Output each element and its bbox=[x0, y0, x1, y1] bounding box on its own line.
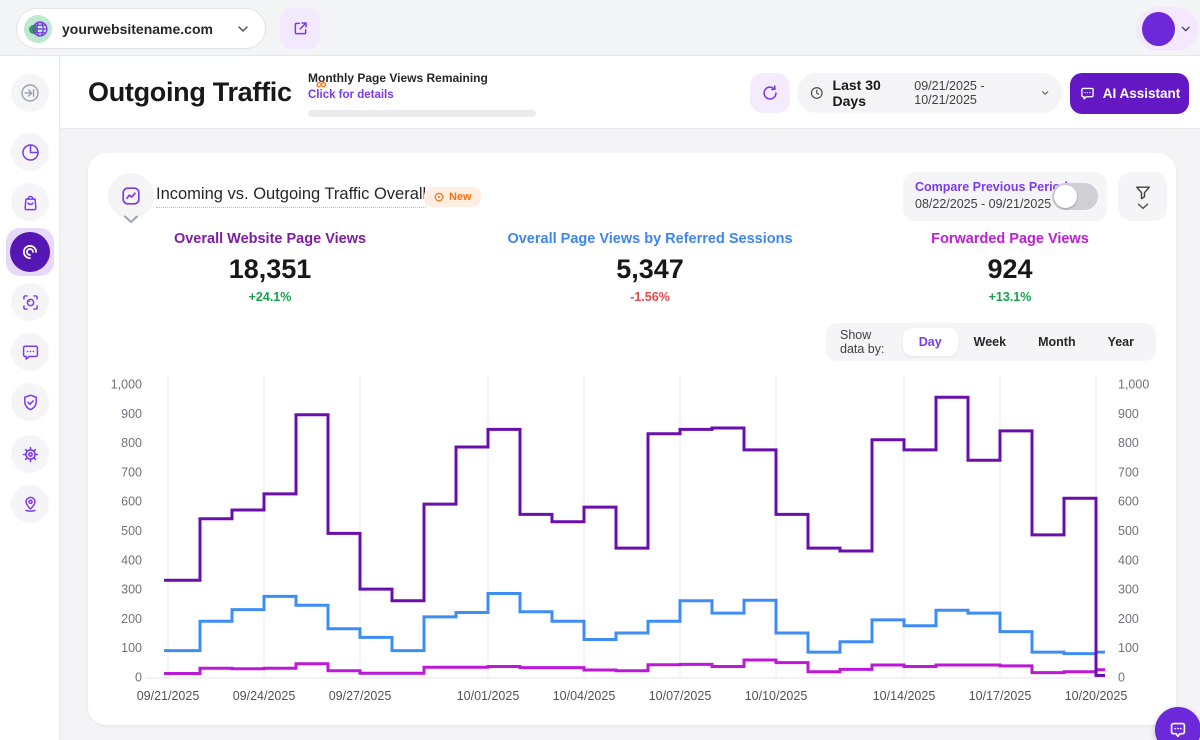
traffic-spiral-icon bbox=[10, 232, 50, 272]
metric-label: Forwarded Page Views bbox=[931, 231, 1089, 247]
shield-check-icon bbox=[23, 393, 37, 410]
open-website-button[interactable] bbox=[280, 8, 320, 49]
usage-progress-bar bbox=[308, 110, 536, 117]
clock-icon bbox=[810, 87, 823, 99]
new-badge: New bbox=[424, 187, 481, 207]
sidebar-item-messages[interactable] bbox=[11, 333, 49, 371]
chat-widget-button[interactable] bbox=[1155, 707, 1200, 740]
filter-button[interactable] bbox=[1118, 172, 1167, 221]
card-title: Incoming vs. Outgoing Traffic Overall bbox=[156, 185, 427, 208]
metric-referred-sessions: Overall Page Views by Referred Sessions … bbox=[470, 231, 830, 304]
usage-label: Monthly Page Views Remaining bbox=[308, 71, 488, 85]
funnel-icon bbox=[1135, 186, 1150, 200]
sidebar-item-store[interactable] bbox=[11, 183, 49, 221]
chevron-down-icon bbox=[238, 25, 248, 32]
sidebar-collapse-button[interactable] bbox=[11, 74, 49, 112]
account-menu[interactable] bbox=[1136, 7, 1198, 51]
tab-week[interactable]: Week bbox=[958, 328, 1022, 356]
page-title: Outgoing Traffic bbox=[88, 77, 292, 107]
chevron-down-icon bbox=[1137, 203, 1148, 210]
chat-bubble-icon bbox=[1170, 722, 1186, 738]
metric-delta: -1.56% bbox=[630, 290, 670, 304]
chevron-down-icon bbox=[1041, 91, 1048, 95]
ai-chat-icon bbox=[1080, 87, 1094, 100]
sidebar-item-traffic-active[interactable] bbox=[6, 228, 54, 276]
line-chart-icon bbox=[122, 187, 140, 205]
sidebar-item-analytics[interactable] bbox=[11, 133, 49, 171]
pie-chart-icon bbox=[21, 143, 39, 161]
compare-toggle[interactable] bbox=[1052, 183, 1098, 210]
metric-value: 5,347 bbox=[616, 254, 684, 284]
tab-month[interactable]: Month bbox=[1022, 328, 1091, 356]
chevron-down-icon[interactable] bbox=[123, 215, 139, 224]
website-selector[interactable]: yourwebsitename.com bbox=[16, 8, 266, 49]
tab-day[interactable]: Day bbox=[902, 328, 958, 356]
period-range: 09/21/2025 - 10/21/2025 bbox=[914, 79, 985, 107]
sidebar-item-locations[interactable] bbox=[11, 485, 49, 523]
usage-widget: Monthly Page Views Remaining Click for d… bbox=[308, 71, 540, 117]
period-label: Last 30 Days bbox=[832, 77, 881, 109]
app-root: yourwebsitename.com Outgoing Traffic Mon… bbox=[0, 0, 1200, 740]
show-data-by-label: Show data by: bbox=[840, 328, 885, 356]
location-pin-icon bbox=[24, 496, 36, 512]
shopping-bag-icon bbox=[23, 195, 37, 210]
metric-delta: +13.1% bbox=[988, 290, 1032, 304]
avatar bbox=[1142, 12, 1175, 46]
chevron-down-icon bbox=[1181, 26, 1190, 32]
metric-overall-page-views: Overall Website Page Views 18,351 +24.1% bbox=[110, 231, 430, 304]
show-data-by-tabs: Show data by: Day Week Month Year bbox=[826, 323, 1156, 361]
traffic-overview-card: Incoming vs. Outgoing Traffic Overall Ne… bbox=[88, 153, 1176, 725]
website-globe-icon bbox=[24, 14, 52, 43]
card-icon-button[interactable] bbox=[108, 173, 154, 219]
website-name: yourwebsitename.com bbox=[62, 20, 213, 37]
metric-value: 924 bbox=[987, 254, 1033, 284]
metric-label: Overall Page Views by Referred Sessions bbox=[507, 231, 793, 247]
refresh-button[interactable] bbox=[750, 73, 790, 113]
date-range-selector[interactable]: Last 30 Days 09/21/2025 - 10/21/2025 bbox=[797, 73, 1062, 113]
scan-focus-icon bbox=[22, 294, 38, 310]
sidebar-item-security[interactable] bbox=[11, 383, 49, 421]
top-bar: yourwebsitename.com bbox=[0, 0, 1200, 55]
sidebar-item-tracking[interactable] bbox=[11, 283, 49, 321]
metric-label: Overall Website Page Views bbox=[173, 231, 367, 247]
external-link-icon bbox=[294, 22, 307, 35]
tab-year[interactable]: Year bbox=[1092, 328, 1150, 356]
chat-bubble-icon bbox=[22, 344, 38, 360]
infinity-icon: ∞ bbox=[316, 76, 327, 93]
gear-icon bbox=[22, 446, 38, 462]
refresh-icon bbox=[763, 85, 777, 100]
page-header: Outgoing Traffic Monthly Page Views Rema… bbox=[60, 55, 1200, 129]
compare-previous-period: Compare Previous Period 08/22/2025 - 09/… bbox=[903, 172, 1107, 221]
metric-forwarded-page-views: Forwarded Page Views 924 +13.1% bbox=[850, 231, 1170, 304]
sidebar-item-settings[interactable] bbox=[11, 435, 49, 473]
metric-value: 18,351 bbox=[228, 254, 312, 284]
metric-delta: +24.1% bbox=[248, 290, 292, 304]
new-badge-icon bbox=[434, 192, 444, 202]
ai-assistant-label: AI Assistant bbox=[1102, 86, 1181, 101]
content-area: Incoming vs. Outgoing Traffic Overall Ne… bbox=[60, 129, 1200, 740]
ai-assistant-button[interactable]: AI Assistant bbox=[1070, 73, 1189, 114]
sidebar-nav bbox=[0, 55, 60, 740]
enter-icon bbox=[21, 84, 39, 102]
